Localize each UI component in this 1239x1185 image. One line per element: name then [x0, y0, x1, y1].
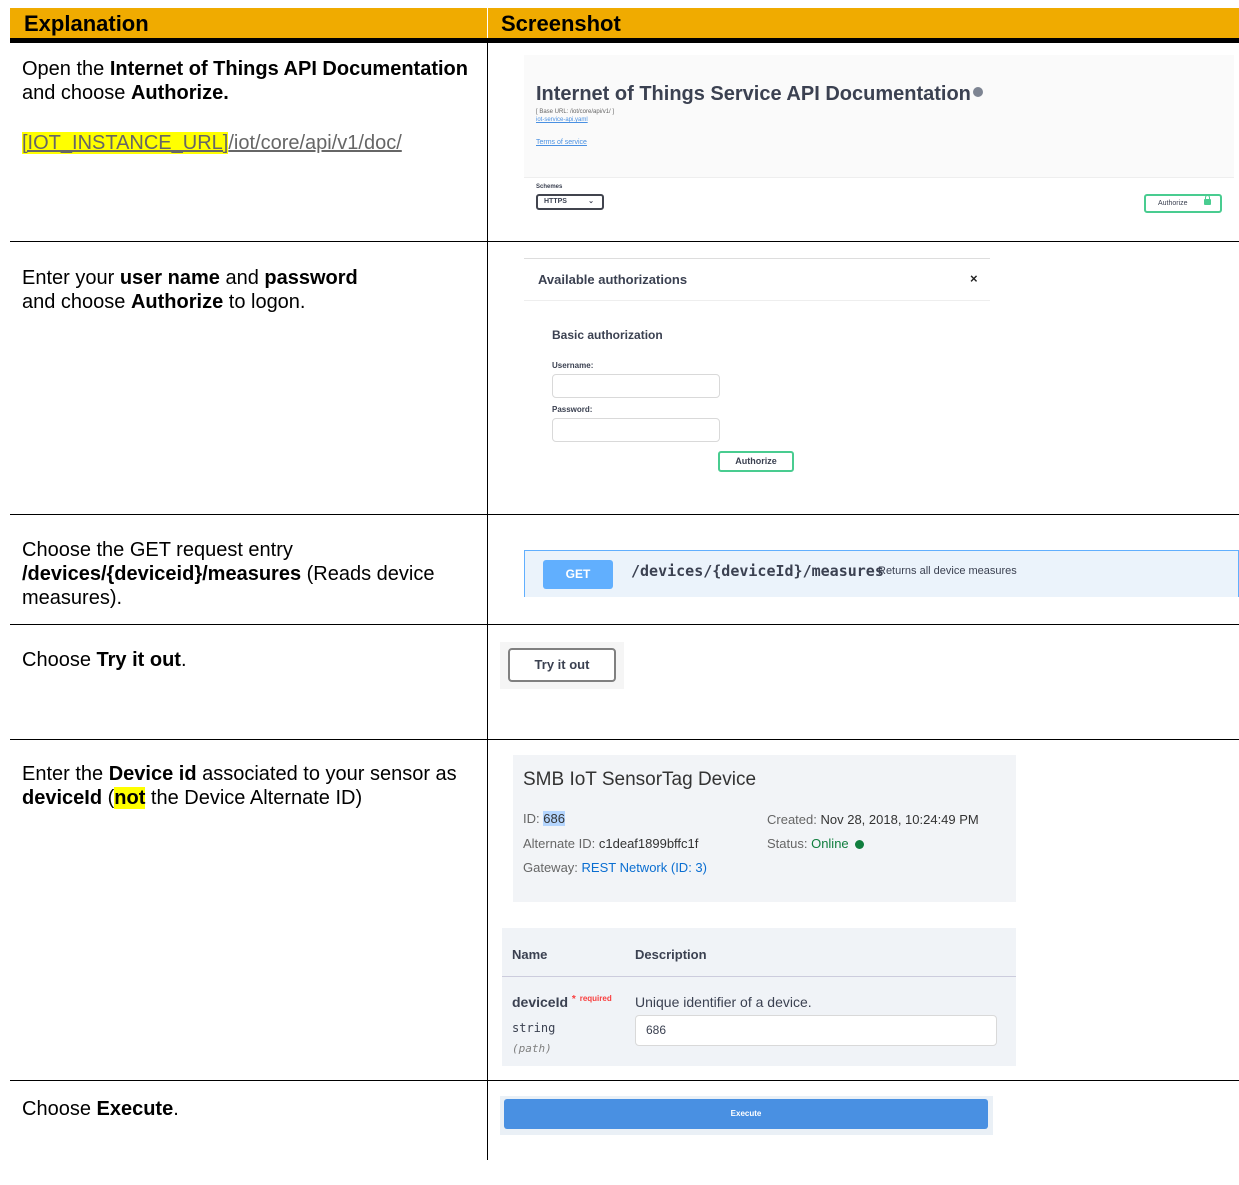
- scheme-select[interactable]: HTTPS ⌄: [536, 194, 604, 210]
- password-label: Password:: [552, 405, 593, 414]
- base-url: [ Base URL: /iot/core/api/v1/ ]: [536, 109, 615, 115]
- created: Created: Nov 28, 2018, 10:24:49 PM: [767, 812, 979, 827]
- authorize-button[interactable]: Authorize: [1144, 194, 1222, 213]
- table-header: Explanation Screenshot: [10, 8, 1239, 38]
- api-doc-title: Internet of Things Service API Documenta…: [536, 83, 983, 106]
- online-status-icon: [854, 840, 864, 850]
- header-rule: [10, 38, 1239, 43]
- step-1-url[interactable]: [IOT_INSTANCE_URL]/iot/core/api/v1/doc/: [22, 131, 472, 155]
- password-input[interactable]: [552, 418, 720, 442]
- row-divider: [10, 241, 1239, 242]
- step-2-text: Enter your user name and password and ch…: [22, 267, 358, 313]
- endpoint-summary: Returns all device measures: [878, 565, 1017, 577]
- step-1-text: Open the Internet of Things API Document…: [22, 58, 468, 104]
- endpoint-path: /devices/{deviceId}/measures: [631, 562, 884, 580]
- step-4-text: Choose Try it out.: [22, 649, 187, 671]
- yaml-link[interactable]: iot-service-api.yaml: [536, 117, 588, 123]
- url-path[interactable]: /iot/core/api/v1/doc/: [228, 132, 401, 154]
- username-label: Username:: [552, 361, 594, 370]
- header-screenshot: Screenshot: [501, 11, 621, 36]
- row-divider: [10, 1080, 1239, 1081]
- gateway-link[interactable]: REST Network (ID: 3): [582, 860, 707, 875]
- param-in: (path): [512, 1042, 552, 1055]
- column-divider: [487, 43, 488, 1160]
- gateway: Gateway: REST Network (ID: 3): [523, 860, 707, 875]
- col-name-header: Name: [512, 947, 548, 962]
- step-5-text: Enter the Device id associated to your s…: [22, 763, 457, 809]
- device-id-input[interactable]: 686: [635, 1015, 997, 1046]
- url-placeholder[interactable]: [IOT_INSTANCE_URL]: [22, 132, 229, 154]
- step-6-text: Choose Execute.: [22, 1098, 179, 1120]
- chevron-down-icon: ⌄: [588, 198, 594, 205]
- basic-auth-heading: Basic authorization: [552, 328, 663, 342]
- execute-screenshot: Execute: [500, 1096, 993, 1135]
- api-doc-screenshot: Internet of Things Service API Documenta…: [524, 55, 1234, 230]
- step-3-text: Choose the GET request entry /devices/{d…: [22, 539, 435, 609]
- execute-button[interactable]: Execute: [504, 1099, 988, 1129]
- schemes-bar: Schemes HTTPS ⌄ Authorize: [524, 177, 1234, 230]
- header-explanation: Explanation: [24, 11, 149, 36]
- param-name: deviceId * required: [512, 994, 612, 1010]
- alternate-id: Alternate ID: c1deaf1899bffc1f: [523, 836, 699, 851]
- row-divider: [10, 739, 1239, 740]
- device-id: ID: 686: [523, 811, 565, 826]
- col-description-header: Description: [635, 947, 707, 962]
- row-divider: [10, 514, 1239, 515]
- username-input[interactable]: [552, 374, 720, 398]
- param-type: string: [512, 1021, 556, 1035]
- param-description: Unique identifier of a device.: [635, 994, 812, 1010]
- device-details-screenshot: SMB IoT SensorTag Device ID: 686 Alterna…: [513, 755, 1016, 902]
- method-badge: GET: [543, 560, 613, 589]
- lock-icon: [1204, 195, 1211, 205]
- device-title: SMB IoT SensorTag Device: [523, 769, 757, 790]
- get-endpoint-row[interactable]: GET /devices/{deviceId}/measures Returns…: [524, 550, 1239, 597]
- row-divider: [10, 624, 1239, 625]
- parameters-screenshot: Name Description deviceId * required Uni…: [502, 928, 1016, 1066]
- status: Status: Online: [767, 836, 864, 851]
- try-it-out-button[interactable]: Try it out: [508, 648, 616, 682]
- dialog-authorize-button[interactable]: Authorize: [718, 451, 794, 472]
- terms-of-service-link[interactable]: Terms of service: [536, 139, 587, 146]
- dialog-title: Available authorizations: [538, 272, 688, 287]
- version-badge-icon: [972, 87, 983, 97]
- schemes-label: Schemes: [536, 184, 563, 190]
- auth-dialog-screenshot: Available authorizations × Basic authori…: [524, 258, 990, 498]
- close-icon[interactable]: ×: [970, 271, 978, 286]
- try-it-out-screenshot: Try it out: [500, 642, 624, 689]
